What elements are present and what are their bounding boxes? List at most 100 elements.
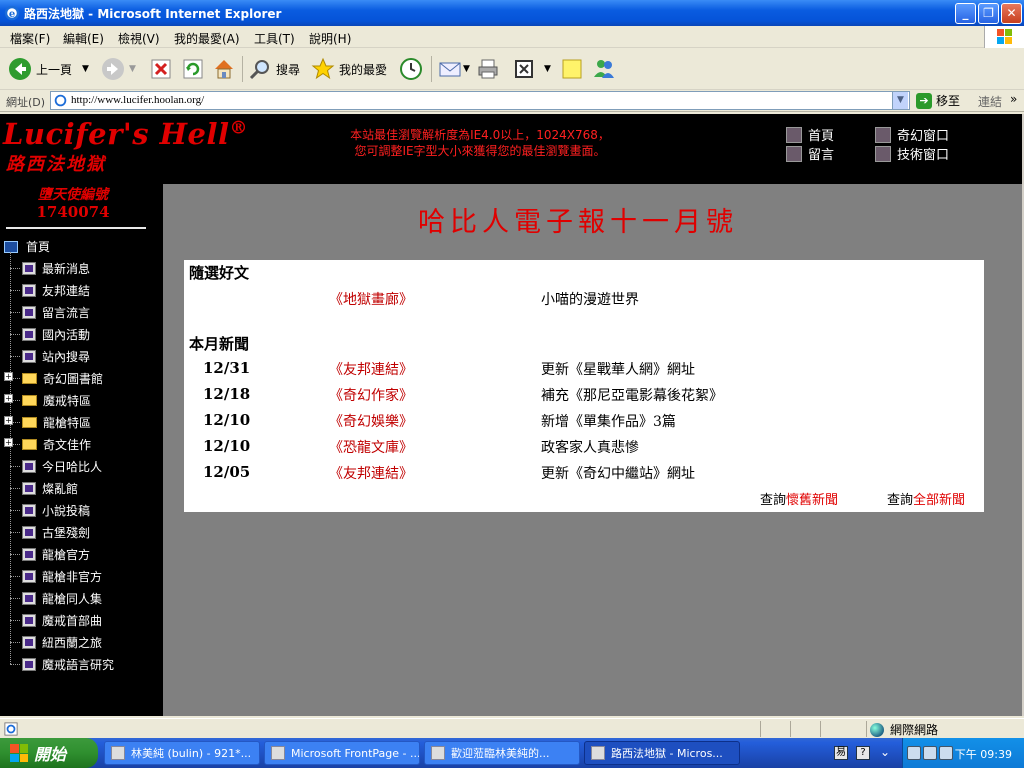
favorites-button[interactable]: 我的最愛 bbox=[311, 54, 387, 84]
expand-icon[interactable]: + bbox=[4, 438, 13, 447]
taskbar-button-active[interactable]: 路西法地獄 - Micros... bbox=[584, 741, 740, 765]
menu-file[interactable]: 檔案(F) bbox=[10, 30, 50, 47]
forward-button[interactable]: ▼ bbox=[101, 54, 136, 84]
title-bar: e 路西法地獄 - Microsoft Internet Explorer _ … bbox=[0, 0, 1024, 26]
toplink-tech-window[interactable]: 技術窗口 bbox=[875, 144, 949, 163]
taskbar-button[interactable]: Microsoft FrontPage - ... bbox=[264, 741, 420, 765]
close-button[interactable]: ✕ bbox=[1001, 3, 1022, 24]
toplink-guestbook[interactable]: 留言 bbox=[786, 144, 834, 163]
language-bar-icon[interactable]: 易 bbox=[834, 746, 848, 760]
tree-item[interactable]: + 奇幻圖書館 bbox=[4, 370, 103, 387]
page-content: Lucifer's Hell® 路西法地獄 本站最佳瀏覽解析度為IE4.0以上，… bbox=[0, 114, 1024, 716]
menu-view[interactable]: 檢視(V) bbox=[118, 30, 160, 47]
discuss-button[interactable] bbox=[560, 54, 584, 84]
expand-icon[interactable]: + bbox=[4, 416, 13, 425]
tray-chevron-icon[interactable] bbox=[907, 746, 921, 760]
news-category-link[interactable]: 《奇幻作家》 bbox=[329, 385, 413, 405]
address-input[interactable]: http://www.lucifer.hoolan.org/ bbox=[50, 91, 910, 110]
featured-category-link[interactable]: 《地獄畫廊》 bbox=[329, 289, 413, 309]
book-icon bbox=[22, 328, 36, 341]
network-icon[interactable] bbox=[923, 746, 937, 760]
toplink-home[interactable]: 首頁 bbox=[786, 125, 834, 144]
minimize-button[interactable]: _ bbox=[955, 3, 976, 24]
toplink-fantasy-window[interactable]: 奇幻窗口 bbox=[875, 125, 949, 144]
expand-icon[interactable]: + bbox=[4, 394, 13, 403]
tree-item[interactable]: 魔戒首部曲 bbox=[10, 612, 102, 629]
tree-item[interactable]: 站內搜尋 bbox=[10, 348, 90, 365]
query-all-news-link[interactable]: 查詢全部新聞 bbox=[887, 489, 965, 508]
home-icon bbox=[215, 60, 233, 79]
mail-button[interactable]: ▼ bbox=[438, 54, 470, 84]
go-button[interactable]: ➔ 移至 bbox=[916, 92, 960, 109]
tree-item[interactable]: 龍槍同人集 bbox=[10, 590, 102, 607]
chevron-down-icon[interactable]: ⌄ bbox=[878, 746, 892, 760]
tree-connector bbox=[10, 510, 20, 511]
home-button[interactable] bbox=[212, 54, 236, 84]
tree-item-label: 國內活動 bbox=[42, 328, 91, 342]
menu-edit[interactable]: 編輯(E) bbox=[63, 30, 104, 47]
toolbar: 上一頁 ▼ ▼ 搜尋 我的最愛 ▼ ▼ bbox=[0, 48, 1024, 90]
taskbar-button[interactable]: 林美純 (bulin) - 921*... bbox=[104, 741, 260, 765]
taskbar-button[interactable]: 歡迎蒞臨林美純的... bbox=[424, 741, 580, 765]
search-icon bbox=[249, 60, 269, 80]
volume-icon[interactable] bbox=[939, 746, 953, 760]
book-icon bbox=[22, 504, 36, 517]
help-icon[interactable]: ? bbox=[856, 746, 870, 760]
news-category-link[interactable]: 《奇幻娛樂》 bbox=[329, 411, 413, 431]
tree-item[interactable]: 魔戒語言研究 bbox=[10, 656, 114, 673]
tree-item[interactable]: 古堡殘劍 bbox=[10, 524, 90, 541]
tree-item[interactable]: + 龍槍特區 bbox=[4, 414, 91, 431]
tree-connector bbox=[10, 620, 20, 621]
messenger-button[interactable] bbox=[592, 54, 616, 84]
history-button[interactable] bbox=[399, 54, 423, 84]
folder-icon bbox=[22, 395, 37, 406]
book-icon bbox=[22, 614, 36, 627]
tree-item[interactable]: 紐西蘭之旅 bbox=[10, 634, 102, 651]
menu-bar: 檔案(F) 編輯(E) 檢視(V) 我的最愛(A) 工具(T) 說明(H) bbox=[0, 26, 1024, 48]
tree-item[interactable]: 龍槍官方 bbox=[10, 546, 90, 563]
tree-item[interactable]: 燦亂館 bbox=[10, 480, 78, 497]
tree-item[interactable]: + 魔戒特區 bbox=[4, 392, 91, 409]
book-icon bbox=[22, 548, 36, 561]
news-category-link[interactable]: 《恐龍文庫》 bbox=[329, 437, 413, 457]
news-category-link[interactable]: 《友邦連結》 bbox=[329, 463, 413, 483]
address-dropdown-button[interactable]: ▼ bbox=[892, 92, 908, 109]
start-button[interactable]: 開始 bbox=[0, 738, 98, 768]
restore-button[interactable]: ❐ bbox=[978, 3, 999, 24]
toolbar-divider bbox=[431, 56, 432, 82]
folder-icon bbox=[22, 439, 37, 450]
tree-item[interactable]: 小說投稿 bbox=[10, 502, 90, 519]
search-button[interactable]: 搜尋 bbox=[248, 54, 300, 84]
status-divider bbox=[820, 721, 821, 737]
window-icon bbox=[875, 145, 891, 162]
tree-connector bbox=[10, 664, 20, 665]
tree-item[interactable]: + 奇文佳作 bbox=[4, 436, 91, 453]
refresh-button[interactable] bbox=[181, 54, 205, 84]
tree-item[interactable]: 留言流言 bbox=[10, 304, 90, 321]
links-toolbar[interactable]: 連結 bbox=[978, 93, 1002, 110]
chevron-right-icon[interactable]: » bbox=[1010, 92, 1017, 106]
angel-number-label: 墮天使編號 bbox=[38, 187, 108, 203]
news-date: 12/18 bbox=[203, 385, 251, 403]
menu-tools[interactable]: 工具(T) bbox=[254, 30, 295, 47]
news-category-link[interactable]: 《友邦連結》 bbox=[329, 359, 413, 379]
news-desc: 更新《星戰華人網》網址 bbox=[541, 362, 695, 378]
tree-item-label: 魔戒首部曲 bbox=[42, 614, 103, 628]
menu-favorites[interactable]: 我的最愛(A) bbox=[174, 30, 240, 47]
tree-item[interactable]: 今日哈比人 bbox=[10, 458, 102, 475]
edit-button[interactable]: ▼ bbox=[512, 54, 551, 84]
print-button[interactable] bbox=[476, 54, 500, 84]
site-logo[interactable]: Lucifer's Hell® bbox=[3, 117, 248, 151]
ie-page-icon bbox=[54, 94, 67, 107]
menu-help[interactable]: 說明(H) bbox=[309, 30, 351, 47]
expand-icon[interactable]: + bbox=[4, 372, 13, 381]
stop-button[interactable] bbox=[149, 54, 173, 84]
windows-flag-icon bbox=[10, 744, 28, 762]
tree-item[interactable]: 龍槍非官方 bbox=[10, 568, 102, 585]
tree-item-label: 小說投稿 bbox=[42, 504, 91, 518]
back-button[interactable]: 上一頁 ▼ bbox=[8, 54, 89, 84]
tree-item[interactable]: 國內活動 bbox=[10, 326, 90, 343]
tree-item[interactable]: 最新消息 bbox=[10, 260, 90, 277]
query-old-news-link[interactable]: 查詢懷舊新聞 bbox=[760, 489, 838, 508]
tree-item[interactable]: 友邦連結 bbox=[10, 282, 90, 299]
